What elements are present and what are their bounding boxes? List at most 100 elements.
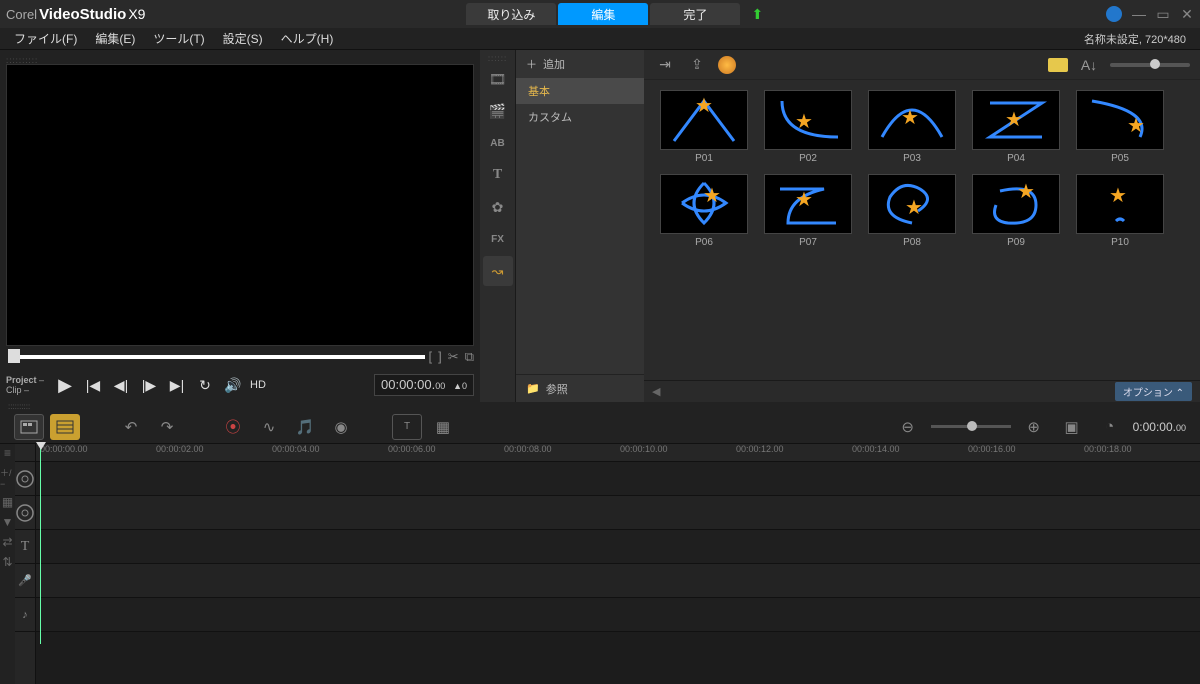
add-category-button[interactable]: ＋ 追加	[516, 50, 644, 78]
storyboard-view-button[interactable]	[14, 414, 44, 440]
track-motion-button[interactable]: ◉	[326, 414, 356, 440]
overlay-track-header[interactable]	[15, 496, 35, 530]
browse-button[interactable]: 📁 参照	[516, 374, 644, 402]
timeline-body: ≡ ＋/− ▦ ▼ ⇄ ⇅ T 🎤 ♪ 00:00:00.0000:00:02.…	[0, 444, 1200, 684]
scroll-icon[interactable]: ⇅	[2, 555, 12, 569]
path-tab-icon[interactable]: ↝	[483, 256, 513, 286]
zoom-slider[interactable]	[931, 425, 1011, 428]
undo-button[interactable]: ↶	[116, 414, 146, 440]
track-row[interactable]	[36, 462, 1200, 496]
upload-icon[interactable]: ⬆	[751, 6, 763, 23]
preview-mode-toggle[interactable]: Project – Clip –	[6, 375, 50, 395]
maximize-button[interactable]: ▭	[1156, 6, 1170, 23]
tree-item-basic[interactable]: 基本	[516, 78, 644, 104]
play-button[interactable]: ▶	[52, 372, 78, 398]
trim-track[interactable]	[10, 355, 425, 359]
menu-edit[interactable]: 編集(E)	[95, 30, 135, 47]
menu-file[interactable]: ファイル(F)	[14, 30, 77, 47]
path-thumbnail[interactable]: ★P01	[658, 90, 750, 164]
video-track-header[interactable]	[15, 462, 35, 496]
instant-project-icon[interactable]: 🎬	[483, 96, 513, 126]
import-icon[interactable]: ⇥	[654, 54, 676, 76]
tab-share[interactable]: 完了	[650, 3, 740, 25]
tab-edit[interactable]: 編集	[558, 3, 648, 25]
preview-timecode[interactable]: 00:00:00.00 ▲0	[374, 374, 474, 396]
playhead[interactable]	[40, 444, 41, 644]
go-end-button[interactable]: ▶|	[164, 372, 190, 398]
audio-mixer-button[interactable]: ∿	[254, 414, 284, 440]
title-tab-icon[interactable]: T	[483, 160, 513, 190]
multi-cam-button[interactable]: ▦	[428, 414, 458, 440]
track-manager-icon[interactable]: ≡	[4, 446, 11, 460]
path-thumbnail[interactable]: ★P04	[970, 90, 1062, 164]
title-track-header[interactable]: T	[15, 530, 35, 564]
panel-grip[interactable]: ::::::	[488, 54, 507, 62]
scroll-left-icon[interactable]: ◀	[652, 385, 660, 398]
app-logo: Corel VideoStudio X9	[6, 6, 145, 23]
timeline-timecode[interactable]: 0:00:00.00	[1133, 420, 1186, 434]
hd-toggle[interactable]: HD	[250, 379, 266, 391]
overlay-manager-icon[interactable]: ▦	[2, 495, 13, 509]
zoom-out-button[interactable]: ⊖	[893, 414, 923, 440]
track-row[interactable]	[36, 496, 1200, 530]
cut-button[interactable]: ✂	[448, 349, 459, 365]
timeline-view-button[interactable]	[50, 414, 80, 440]
graphic-tab-icon[interactable]: ✿	[483, 192, 513, 222]
auto-music-button[interactable]: 🎵	[290, 414, 320, 440]
tree-item-custom[interactable]: カスタム	[516, 104, 644, 130]
panel-grip[interactable]: ::::::::::	[6, 56, 474, 64]
redo-button[interactable]: ↷	[152, 414, 182, 440]
minimize-button[interactable]: —	[1132, 6, 1146, 22]
path-thumbnail[interactable]: ★P05	[1074, 90, 1166, 164]
mark-out-button[interactable]: ]	[438, 349, 442, 365]
get-more-icon[interactable]	[718, 56, 736, 74]
voice-track-header[interactable]: 🎤	[15, 564, 35, 598]
track-row[interactable]	[36, 530, 1200, 564]
path-thumbnail[interactable]: ★P08	[866, 174, 958, 248]
go-start-button[interactable]: |◀	[80, 372, 106, 398]
chevron-down-icon[interactable]: ▼	[2, 515, 14, 529]
next-frame-button[interactable]: |▶	[136, 372, 162, 398]
path-thumbnail[interactable]: ★P06	[658, 174, 750, 248]
timeline-ruler[interactable]: 00:00:00.0000:00:02.0000:00:04.0000:00:0…	[36, 444, 1200, 462]
menu-help[interactable]: ヘルプ(H)	[281, 30, 334, 47]
options-toggle[interactable]: オプション ⌃	[1115, 382, 1192, 401]
tab-capture[interactable]: 取り込み	[466, 3, 556, 25]
track-row[interactable]	[36, 564, 1200, 598]
path-thumbnail[interactable]: ★P02	[762, 90, 854, 164]
media-tab-icon[interactable]: 🎞	[483, 64, 513, 94]
trim-handle[interactable]	[8, 349, 20, 363]
timeline-left-tools: ≡ ＋/− ▦ ▼ ⇄ ⇅	[0, 444, 15, 684]
transition-tab-icon[interactable]: AB	[483, 128, 513, 158]
sort-icon[interactable]: A↓	[1078, 54, 1100, 76]
path-thumbnail[interactable]: ★P10	[1074, 174, 1166, 248]
record-button[interactable]: ⦿	[218, 414, 248, 440]
panel-grip[interactable]: ::::::::::	[0, 402, 1200, 410]
thumbnail-size-slider[interactable]	[1110, 63, 1190, 67]
path-thumbnail[interactable]: ★P07	[762, 174, 854, 248]
menu-tool[interactable]: ツール(T)	[153, 30, 204, 47]
subtitle-editor-button[interactable]: T	[392, 414, 422, 440]
repeat-button[interactable]: ↻	[192, 372, 218, 398]
path-thumbnail[interactable]: ★P09	[970, 174, 1062, 248]
filter-tab-icon[interactable]: FX	[483, 224, 513, 254]
project-duration-icon[interactable]: ◔	[1095, 414, 1125, 440]
volume-button[interactable]: 🔊	[220, 372, 246, 398]
path-thumbnail[interactable]: ★P03	[866, 90, 958, 164]
ripple-edit-icon[interactable]: ⇄	[2, 535, 12, 549]
track-row[interactable]	[36, 598, 1200, 632]
globe-icon[interactable]	[1106, 6, 1122, 22]
export-icon[interactable]: ⇪	[686, 54, 708, 76]
menu-settings[interactable]: 設定(S)	[223, 30, 263, 47]
mark-in-button[interactable]: [	[429, 349, 433, 365]
zoom-in-button[interactable]: ⊕	[1019, 414, 1049, 440]
expand-button[interactable]: ⧉	[465, 349, 474, 365]
timeline-tracks[interactable]: 00:00:00.0000:00:02.0000:00:04.0000:00:0…	[36, 444, 1200, 684]
fit-project-button[interactable]: ▣	[1057, 414, 1087, 440]
add-remove-track-icon[interactable]: ＋/−	[0, 466, 15, 489]
view-mode-icon[interactable]	[1048, 58, 1068, 72]
close-button[interactable]: ✕	[1180, 6, 1194, 23]
music-track-header[interactable]: ♪	[15, 598, 35, 632]
prev-frame-button[interactable]: ◀|	[108, 372, 134, 398]
video-preview[interactable]	[6, 64, 474, 346]
